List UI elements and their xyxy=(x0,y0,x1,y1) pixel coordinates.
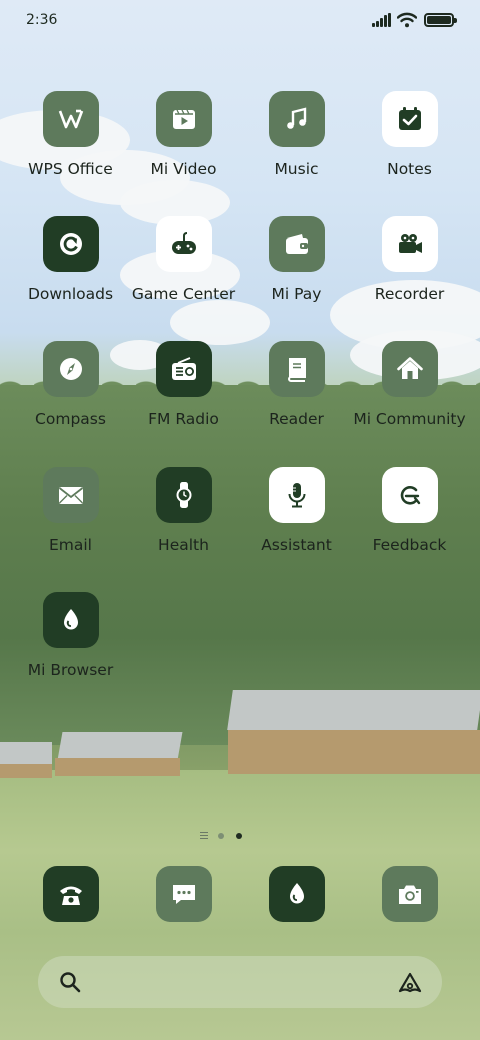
phone-icon[interactable] xyxy=(43,866,99,922)
page-indicator-list-icon xyxy=(200,832,208,840)
app-label: Mi Community xyxy=(353,410,466,428)
app-notes[interactable]: Notes xyxy=(353,91,466,178)
page-dot-2[interactable] xyxy=(236,833,242,839)
battery-icon xyxy=(424,13,457,27)
app-game-center[interactable]: Game Center xyxy=(127,216,240,303)
app-label: Feedback xyxy=(372,536,447,554)
app-music[interactable]: Music xyxy=(240,91,353,178)
message-icon[interactable] xyxy=(156,866,212,922)
camera-recorder-icon xyxy=(381,216,438,272)
app-label: Compass xyxy=(35,410,106,428)
home-icon xyxy=(381,341,438,397)
gamepad-icon xyxy=(155,216,212,272)
app-recorder[interactable]: Recorder xyxy=(353,216,466,303)
watch-icon xyxy=(155,467,212,523)
app-health[interactable]: Health xyxy=(127,467,240,554)
notes-check-icon xyxy=(381,91,438,147)
app-reader[interactable]: Reader xyxy=(240,341,353,428)
browser-drop-icon[interactable] xyxy=(269,866,325,922)
app-mi-video[interactable]: Mi Video xyxy=(127,91,240,178)
app-wps-office[interactable]: WPS Office xyxy=(14,91,127,178)
app-email[interactable]: Email xyxy=(14,467,127,554)
status-time: 2:36 xyxy=(26,12,58,28)
music-note-icon xyxy=(268,91,325,147)
microphone-icon xyxy=(268,467,325,523)
search-bar[interactable] xyxy=(38,956,442,1008)
app-label: Health xyxy=(158,536,209,554)
page-indicator xyxy=(200,830,250,842)
app-label: Game Center xyxy=(131,285,236,303)
radio-icon xyxy=(155,341,212,397)
app-label: Music xyxy=(274,160,319,178)
app-label: Mi Pay xyxy=(271,285,322,303)
status-bar: 2:36 xyxy=(0,0,480,44)
page-dot-1[interactable] xyxy=(218,833,224,839)
wifi-icon xyxy=(396,12,418,28)
app-label: Reader xyxy=(269,410,324,428)
app-fm-radio[interactable]: FM Radio xyxy=(127,341,240,428)
app-label: Mi Video xyxy=(150,160,217,178)
wps-icon xyxy=(42,91,99,147)
app-label: Assistant xyxy=(261,536,332,554)
app-label: Recorder xyxy=(374,285,445,303)
app-label: Notes xyxy=(387,160,432,178)
app-feedback[interactable]: Feedback xyxy=(353,467,466,554)
signal-icon xyxy=(372,13,392,27)
app-label: Mi Browser xyxy=(27,661,114,679)
app-downloads[interactable]: Downloads xyxy=(14,216,127,303)
app-assistant[interactable]: Assistant xyxy=(240,467,353,554)
assistant-a-icon[interactable] xyxy=(396,969,424,995)
app-compass[interactable]: Compass xyxy=(14,341,127,428)
feedback-icon xyxy=(381,467,438,523)
envelope-icon xyxy=(42,467,99,523)
app-label: WPS Office xyxy=(28,160,113,178)
download-arrow-icon xyxy=(42,216,99,272)
app-label: FM Radio xyxy=(148,410,219,428)
browser-drop-icon xyxy=(42,592,99,648)
video-icon xyxy=(155,91,212,147)
app-mi-browser[interactable]: Mi Browser xyxy=(14,592,127,679)
book-icon xyxy=(268,341,325,397)
wallet-icon xyxy=(268,216,325,272)
search-icon[interactable] xyxy=(58,970,82,994)
app-mi-pay[interactable]: Mi Pay xyxy=(240,216,353,303)
app-label: Downloads xyxy=(27,285,114,303)
app-label: Email xyxy=(48,536,92,554)
compass-icon xyxy=(42,341,99,397)
app-mi-community[interactable]: Mi Community xyxy=(353,341,466,428)
camera-icon[interactable] xyxy=(382,866,438,922)
